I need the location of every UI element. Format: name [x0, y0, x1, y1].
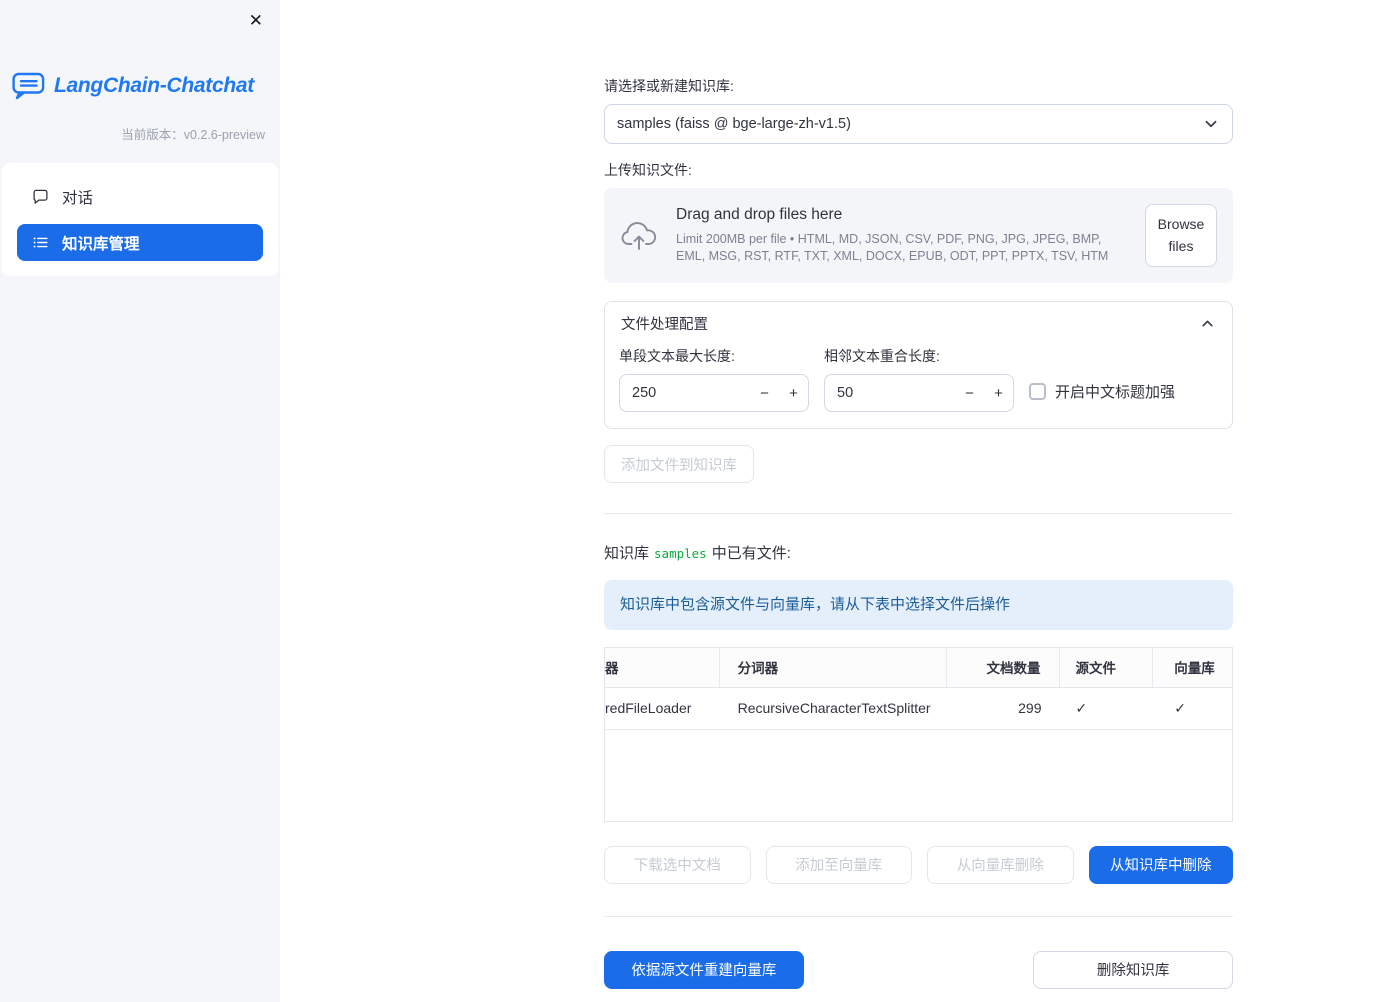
- sidebar-close-button[interactable]: ✕: [245, 8, 267, 33]
- drag-drop-text: Drag and drop files here: [676, 206, 843, 224]
- source-check-cell: ✓: [1075, 699, 1088, 716]
- kb-selectbox[interactable]: samples (faiss @ bge-large-zh-v1.5): [604, 104, 1233, 144]
- delete-kb-button[interactable]: 删除知识库: [1033, 950, 1234, 989]
- overlap-length-value: 50: [837, 385, 854, 402]
- files-table[interactable]: 器 分词器 文档数量 源文件 向量库 redFileLoader Recursi…: [604, 646, 1233, 822]
- overlap-decrement-button[interactable]: −: [955, 385, 984, 402]
- info-banner: 知识库中包含源文件与向量库，请从下表中选择文件后操作: [604, 580, 1233, 630]
- checkbox-unchecked-icon: [1029, 383, 1046, 401]
- add-files-to-kb-button[interactable]: 添加文件到知识库: [604, 445, 754, 484]
- overlap-length-input[interactable]: 50 − +: [824, 374, 1014, 413]
- sidebar-menu: 对话 知识库管理: [2, 163, 278, 276]
- bottom-action-row: 依据源文件重建向量库 删除知识库: [604, 950, 1234, 989]
- max-length-group: 单段文本最大长度: 250 − +: [619, 346, 809, 413]
- source-file-column-header[interactable]: 源文件: [1060, 647, 1154, 687]
- divider: [604, 513, 1233, 515]
- app-logo: LangChain-Chatchat: [0, 0, 280, 100]
- close-icon: ✕: [248, 11, 263, 30]
- sidebar-item-knowledge-base[interactable]: 知识库管理: [17, 224, 263, 261]
- list-icon: [32, 234, 49, 251]
- kb-select-label: 请选择或新建知识库:: [604, 78, 734, 94]
- main-content: 请选择或新建知识库: samples (faiss @ bge-large-zh…: [280, 0, 1380, 1002]
- delete-from-vector-store-button[interactable]: 从向量库删除: [927, 845, 1074, 884]
- files-line-prefix: 知识库: [604, 545, 650, 563]
- table-row[interactable]: redFileLoader RecursiveCharacterTextSpli…: [605, 688, 1232, 730]
- max-length-label: 单段文本最大长度:: [619, 348, 735, 365]
- sidebar: ✕ LangChain-Chatchat 当前版本：v0.2.6-preview…: [0, 0, 280, 1002]
- chat-logo-icon: [12, 72, 45, 100]
- download-selected-button[interactable]: 下载选中文档: [604, 845, 751, 884]
- vector-store-column-header[interactable]: 向量库: [1153, 648, 1232, 687]
- overlap-increment-button[interactable]: +: [984, 385, 1013, 402]
- menu-item-label: 对话: [62, 189, 94, 207]
- kb-selected-value: samples (faiss @ bge-large-zh-v1.5): [617, 116, 851, 132]
- doc-count-column-header[interactable]: 文档数量: [947, 647, 1060, 687]
- loader-cell: redFileLoader: [605, 700, 692, 717]
- files-line-suffix: 中已有文件:: [711, 545, 791, 563]
- vector-check-cell: ✓: [1174, 699, 1186, 716]
- delete-from-kb-button[interactable]: 从知识库中删除: [1088, 845, 1233, 884]
- rebuild-vector-store-button[interactable]: 依据源文件重建向量库: [604, 950, 804, 989]
- upload-label: 上传知识文件:: [604, 162, 692, 178]
- max-length-increment-button[interactable]: +: [779, 385, 808, 402]
- checkbox-label: 开启中文标题加强: [1055, 384, 1176, 402]
- overlap-length-label: 相邻文本重合长度:: [824, 348, 940, 365]
- file-config-expander: 文件处理配置 单段文本最大长度: 250 − + 相邻文本重合长度: 50 − …: [604, 301, 1233, 430]
- logo-text: LangChain-Chatchat: [54, 74, 254, 97]
- existing-files-line: 知识库 samples 中已有文件:: [604, 542, 1233, 563]
- browse-files-button[interactable]: Browse files: [1145, 204, 1217, 268]
- uploader-text-block: Drag and drop files here Limit 200MB per…: [676, 206, 1127, 265]
- doc-count-cell: 299: [1018, 700, 1042, 717]
- kb-name-code: samples: [654, 546, 707, 562]
- upload-limit-text: Limit 200MB per file • HTML, MD, JSON, C…: [676, 232, 1109, 264]
- cloud-upload-icon: [620, 221, 658, 251]
- table-action-buttons: 下载选中文档 添加至向量库 从向量库删除 从知识库中删除: [604, 845, 1233, 884]
- chevron-down-icon: [1202, 115, 1220, 133]
- loader-column-header[interactable]: 器: [605, 647, 720, 687]
- splitter-cell: RecursiveCharacterTextSplitter: [737, 700, 931, 717]
- version-label: 当前版本：v0.2.6-preview: [121, 128, 265, 142]
- menu-item-label: 知识库管理: [62, 235, 140, 253]
- max-length-value: 250: [632, 385, 657, 402]
- sidebar-item-dialogue[interactable]: 对话: [17, 178, 263, 215]
- table-header-row: 器 分词器 文档数量 源文件 向量库: [605, 647, 1232, 688]
- splitter-column-header[interactable]: 分词器: [720, 647, 947, 687]
- expander-title: 文件处理配置: [621, 316, 708, 333]
- chevron-up-icon: [1199, 315, 1216, 332]
- zh-title-enhance-checkbox[interactable]: 开启中文标题加强: [1029, 381, 1175, 402]
- add-to-vector-store-button[interactable]: 添加至向量库: [765, 845, 912, 884]
- expander-body: 单段文本最大长度: 250 − + 相邻文本重合长度: 50 − + 开启中文标…: [605, 344, 1232, 428]
- overlap-length-group: 相邻文本重合长度: 50 − +: [824, 346, 1014, 413]
- empty-column: [819, 951, 1019, 989]
- file-uploader-dropzone[interactable]: Drag and drop files here Limit 200MB per…: [604, 188, 1233, 284]
- max-length-decrement-button[interactable]: −: [750, 385, 779, 402]
- max-length-input[interactable]: 250 − +: [619, 374, 809, 413]
- chat-bubble-icon: [32, 188, 49, 205]
- expander-header[interactable]: 文件处理配置: [605, 302, 1232, 344]
- divider: [604, 915, 1233, 917]
